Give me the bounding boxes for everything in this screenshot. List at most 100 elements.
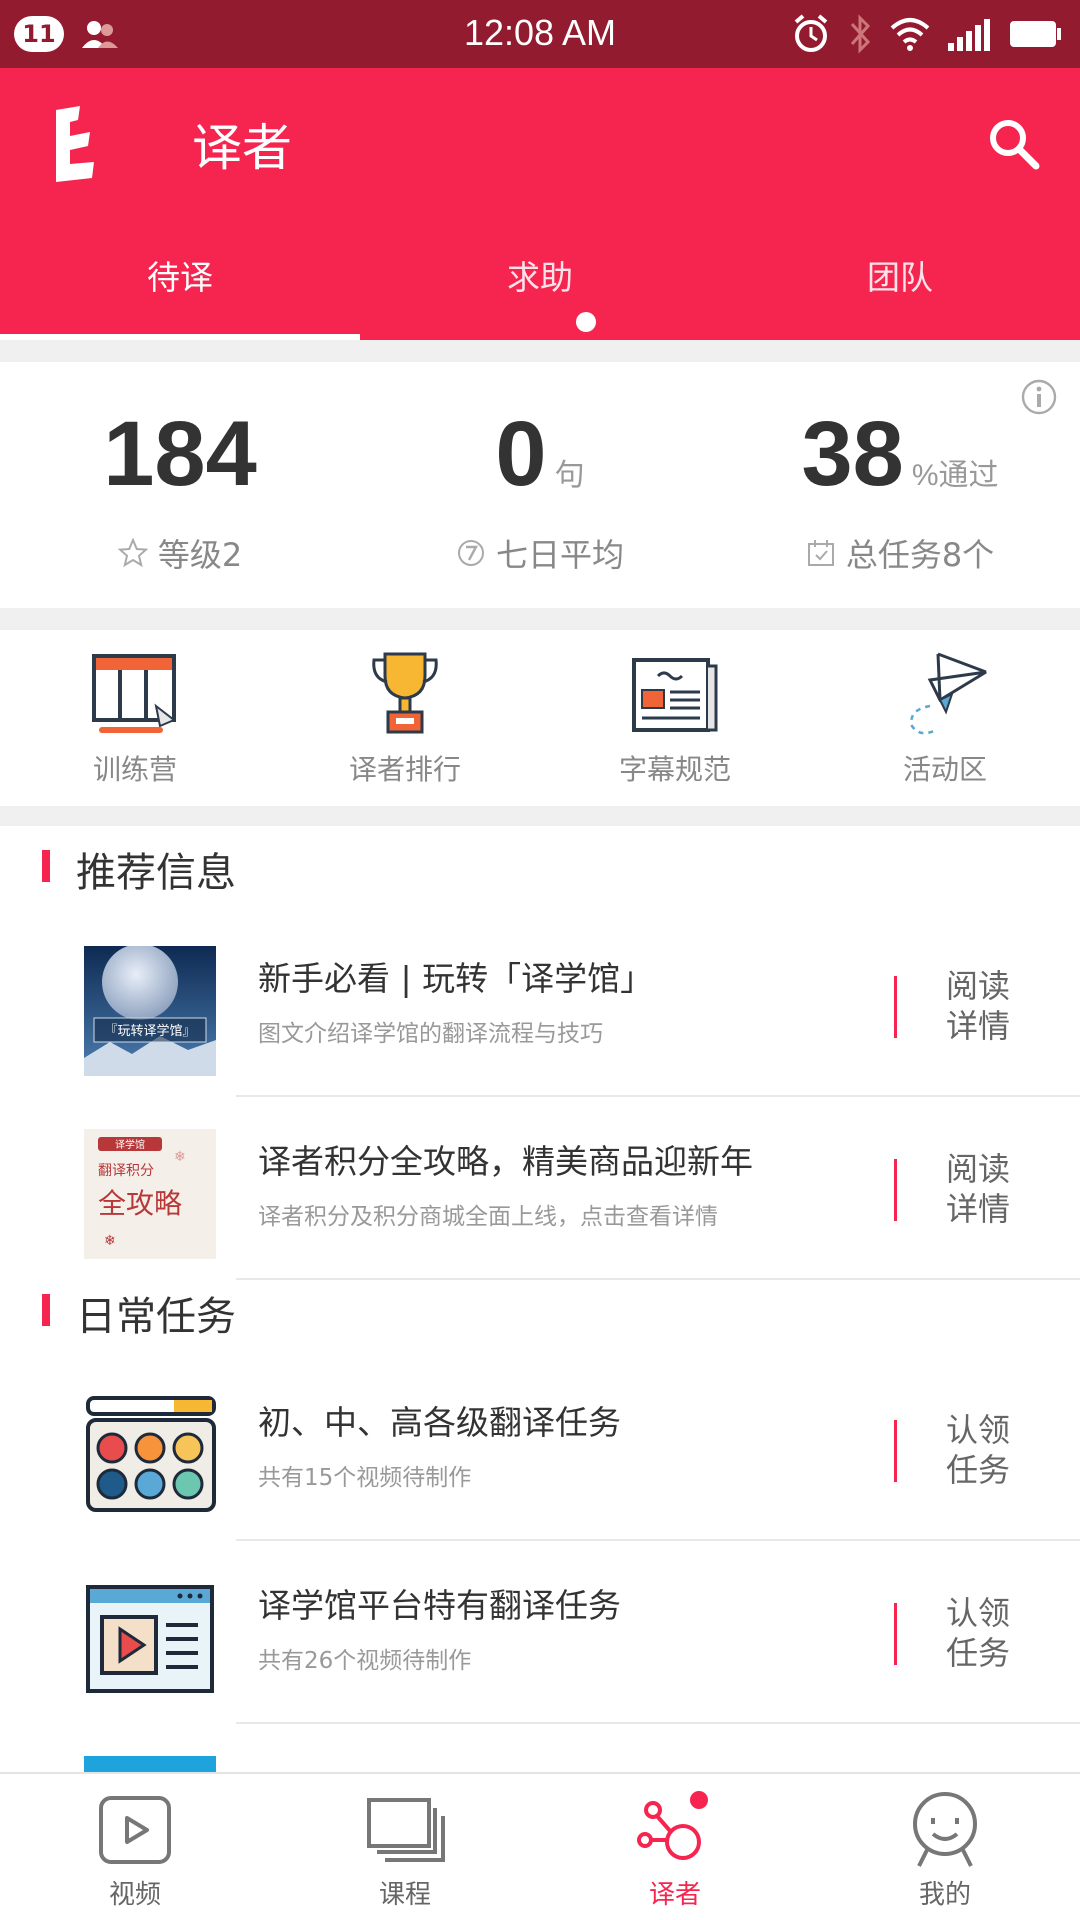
read-details-button[interactable]: 阅读 详情: [928, 1149, 1028, 1229]
item-title: 译者积分全攻略，精美商品迎新年: [258, 1142, 753, 1181]
section-title: 推荐信息: [76, 850, 236, 896]
stat-label: 总任务8个: [845, 536, 995, 574]
calendar-icon: [807, 540, 834, 566]
thumbnail-text: 『玩转译学馆』: [104, 1023, 195, 1039]
list-item[interactable]: 译学馆 翻译积分 全攻略 ❄ ❄ 译者积分全攻略，精美商品迎新年 译者积分及积分…: [0, 1097, 1080, 1280]
video-player-icon: [84, 1573, 216, 1703]
nav-item-courses[interactable]: 课程: [270, 1774, 540, 1920]
item-description: 图文介绍译学馆的翻译流程与技巧: [258, 1021, 603, 1047]
claim-task-button[interactable]: 认领 任务: [928, 1593, 1028, 1673]
stat-unit: %通过: [911, 459, 999, 492]
stat-weekly-average: 0句 七日平均: [360, 362, 720, 608]
read-details-button[interactable]: 阅读 详情: [928, 966, 1028, 1046]
thumbnail-line1: 翻译积分: [98, 1163, 154, 1179]
item-description: 共有26个视频待制作: [258, 1648, 472, 1674]
quick-menu-label: 活动区: [902, 753, 987, 786]
quick-menu: 训练营 译者排行 字幕规范 活动区: [0, 630, 1080, 806]
tab-indicator: [0, 334, 360, 340]
item-title: 「时间小分队」待翻译的任务: [258, 1762, 687, 1772]
page-title: 译者: [192, 119, 292, 177]
stat-unit: 句: [554, 459, 585, 492]
nav-item-translator[interactable]: 译者: [540, 1774, 810, 1920]
app-logo-icon: [56, 106, 94, 182]
bluetooth-icon: [850, 14, 871, 54]
thumbnail-moon-image: 『玩转译学馆』: [84, 946, 216, 1076]
section-header-recommend: 推荐信息: [0, 826, 1080, 906]
item-title: 初、中、高各级翻译任务: [258, 1403, 621, 1442]
section-header-daily: 日常任务: [0, 1270, 1080, 1350]
nav-label: 视频: [108, 1880, 161, 1910]
action-label-line1: 阅读: [945, 1150, 1010, 1188]
tab-team[interactable]: 团队: [720, 248, 1080, 340]
quick-menu-activities[interactable]: 活动区: [810, 630, 1080, 806]
nav-label: 译者: [648, 1880, 701, 1910]
item-title: 新手必看 | 玩转「译学馆」: [258, 959, 654, 998]
bottom-nav: 视频 课程 译者 我的: [0, 1772, 1080, 1920]
tab-help[interactable]: 求助: [360, 248, 720, 340]
feed: 推荐信息 『玩转译学馆』 新手必看 | 玩转「译学馆」 图文介绍译学馆的翻译流程…: [0, 826, 1080, 1772]
action-label-line1: 认领: [945, 1411, 1010, 1449]
tab-label: 待译: [147, 258, 213, 297]
nav-item-video[interactable]: 视频: [0, 1774, 270, 1920]
seven-day-icon: [457, 540, 484, 566]
thumbnail-points-image: 译学馆 翻译积分 全攻略 ❄ ❄: [84, 1129, 216, 1259]
stat-label: 七日平均: [495, 536, 624, 574]
tab-notification-dot: [576, 312, 596, 332]
svg-text:❄: ❄: [174, 1149, 186, 1165]
stat-value: 0: [495, 403, 547, 505]
thumbnail-tag: 译学馆: [115, 1138, 145, 1151]
tab-pending[interactable]: 待译: [0, 248, 360, 340]
tab-label: 团队: [867, 258, 933, 297]
quick-menu-label: 字幕规范: [618, 753, 731, 786]
item-description: 共有15个视频待制作: [258, 1465, 472, 1491]
svg-text:❄: ❄: [104, 1233, 116, 1249]
wifi-icon: [890, 18, 930, 51]
tab-bar: 待译 求助 团队: [0, 248, 1080, 340]
action-label-line2: 任务: [945, 1451, 1010, 1489]
search-icon[interactable]: [986, 116, 1040, 170]
training-camp-icon: [92, 654, 176, 733]
signal-icon: [948, 19, 990, 51]
battery-icon: [1010, 21, 1061, 47]
translator-icon: [637, 1791, 708, 1860]
nav-label: 我的: [918, 1880, 971, 1910]
quick-menu-label: 译者排行: [348, 753, 461, 786]
stat-score: 184 等级2: [0, 362, 360, 608]
nav-item-profile[interactable]: 我的: [810, 1774, 1080, 1920]
quick-menu-label: 训练营: [92, 753, 177, 786]
paper-plane-icon: [910, 652, 987, 735]
trophy-icon: [372, 652, 438, 734]
stat-value: 38: [801, 403, 904, 505]
team-thumbnail-image: [84, 1756, 216, 1772]
action-label-line2: 任务: [945, 1634, 1010, 1672]
profile-icon: [913, 1792, 977, 1867]
courses-icon: [367, 1798, 445, 1862]
document-icon: [632, 658, 718, 732]
stats-card: 184 等级2 0句 七日平均 38 %通过 总任务8个: [0, 362, 1080, 608]
list-item[interactable]: 「时间小分队」待翻译的任务: [0, 1724, 1080, 1772]
list-item[interactable]: 译学馆平台特有翻译任务 共有26个视频待制作 认领 任务: [0, 1541, 1080, 1724]
action-label-line1: 认领: [945, 1594, 1010, 1632]
alarm-icon: [794, 14, 828, 52]
stat-value: 184: [103, 403, 257, 505]
quick-menu-ranking[interactable]: 译者排行: [270, 630, 540, 806]
item-title: 译学馆平台特有翻译任务: [258, 1586, 621, 1625]
action-label-line1: 阅读: [945, 967, 1010, 1005]
thumbnail-line2: 全攻略: [98, 1187, 182, 1220]
action-label-line2: 详情: [945, 1007, 1010, 1045]
action-label-line2: 详情: [945, 1190, 1010, 1228]
app-bar: 译者 待译 求助 团队: [0, 68, 1080, 340]
list-item[interactable]: 『玩转译学馆』 新手必看 | 玩转「译学馆」 图文介绍译学馆的翻译流程与技巧 阅…: [0, 914, 1080, 1097]
status-bar: 11 12:08 AM: [0, 0, 1080, 68]
list-item[interactable]: 初、中、高各级翻译任务 共有15个视频待制作 认领 任务: [0, 1358, 1080, 1541]
star-icon: [117, 538, 148, 568]
quick-menu-subtitle-guide[interactable]: 字幕规范: [540, 630, 810, 806]
claim-task-button[interactable]: 认领 任务: [928, 1410, 1028, 1490]
palette-icon: [84, 1390, 216, 1520]
nav-label: 课程: [378, 1880, 431, 1910]
section-title: 日常任务: [76, 1294, 236, 1340]
info-icon[interactable]: [1020, 378, 1058, 416]
item-description: 译者积分及积分商城全面上线，点击查看详情: [258, 1204, 718, 1230]
tab-label: 求助: [507, 258, 573, 297]
quick-menu-training-camp[interactable]: 训练营: [0, 630, 270, 806]
